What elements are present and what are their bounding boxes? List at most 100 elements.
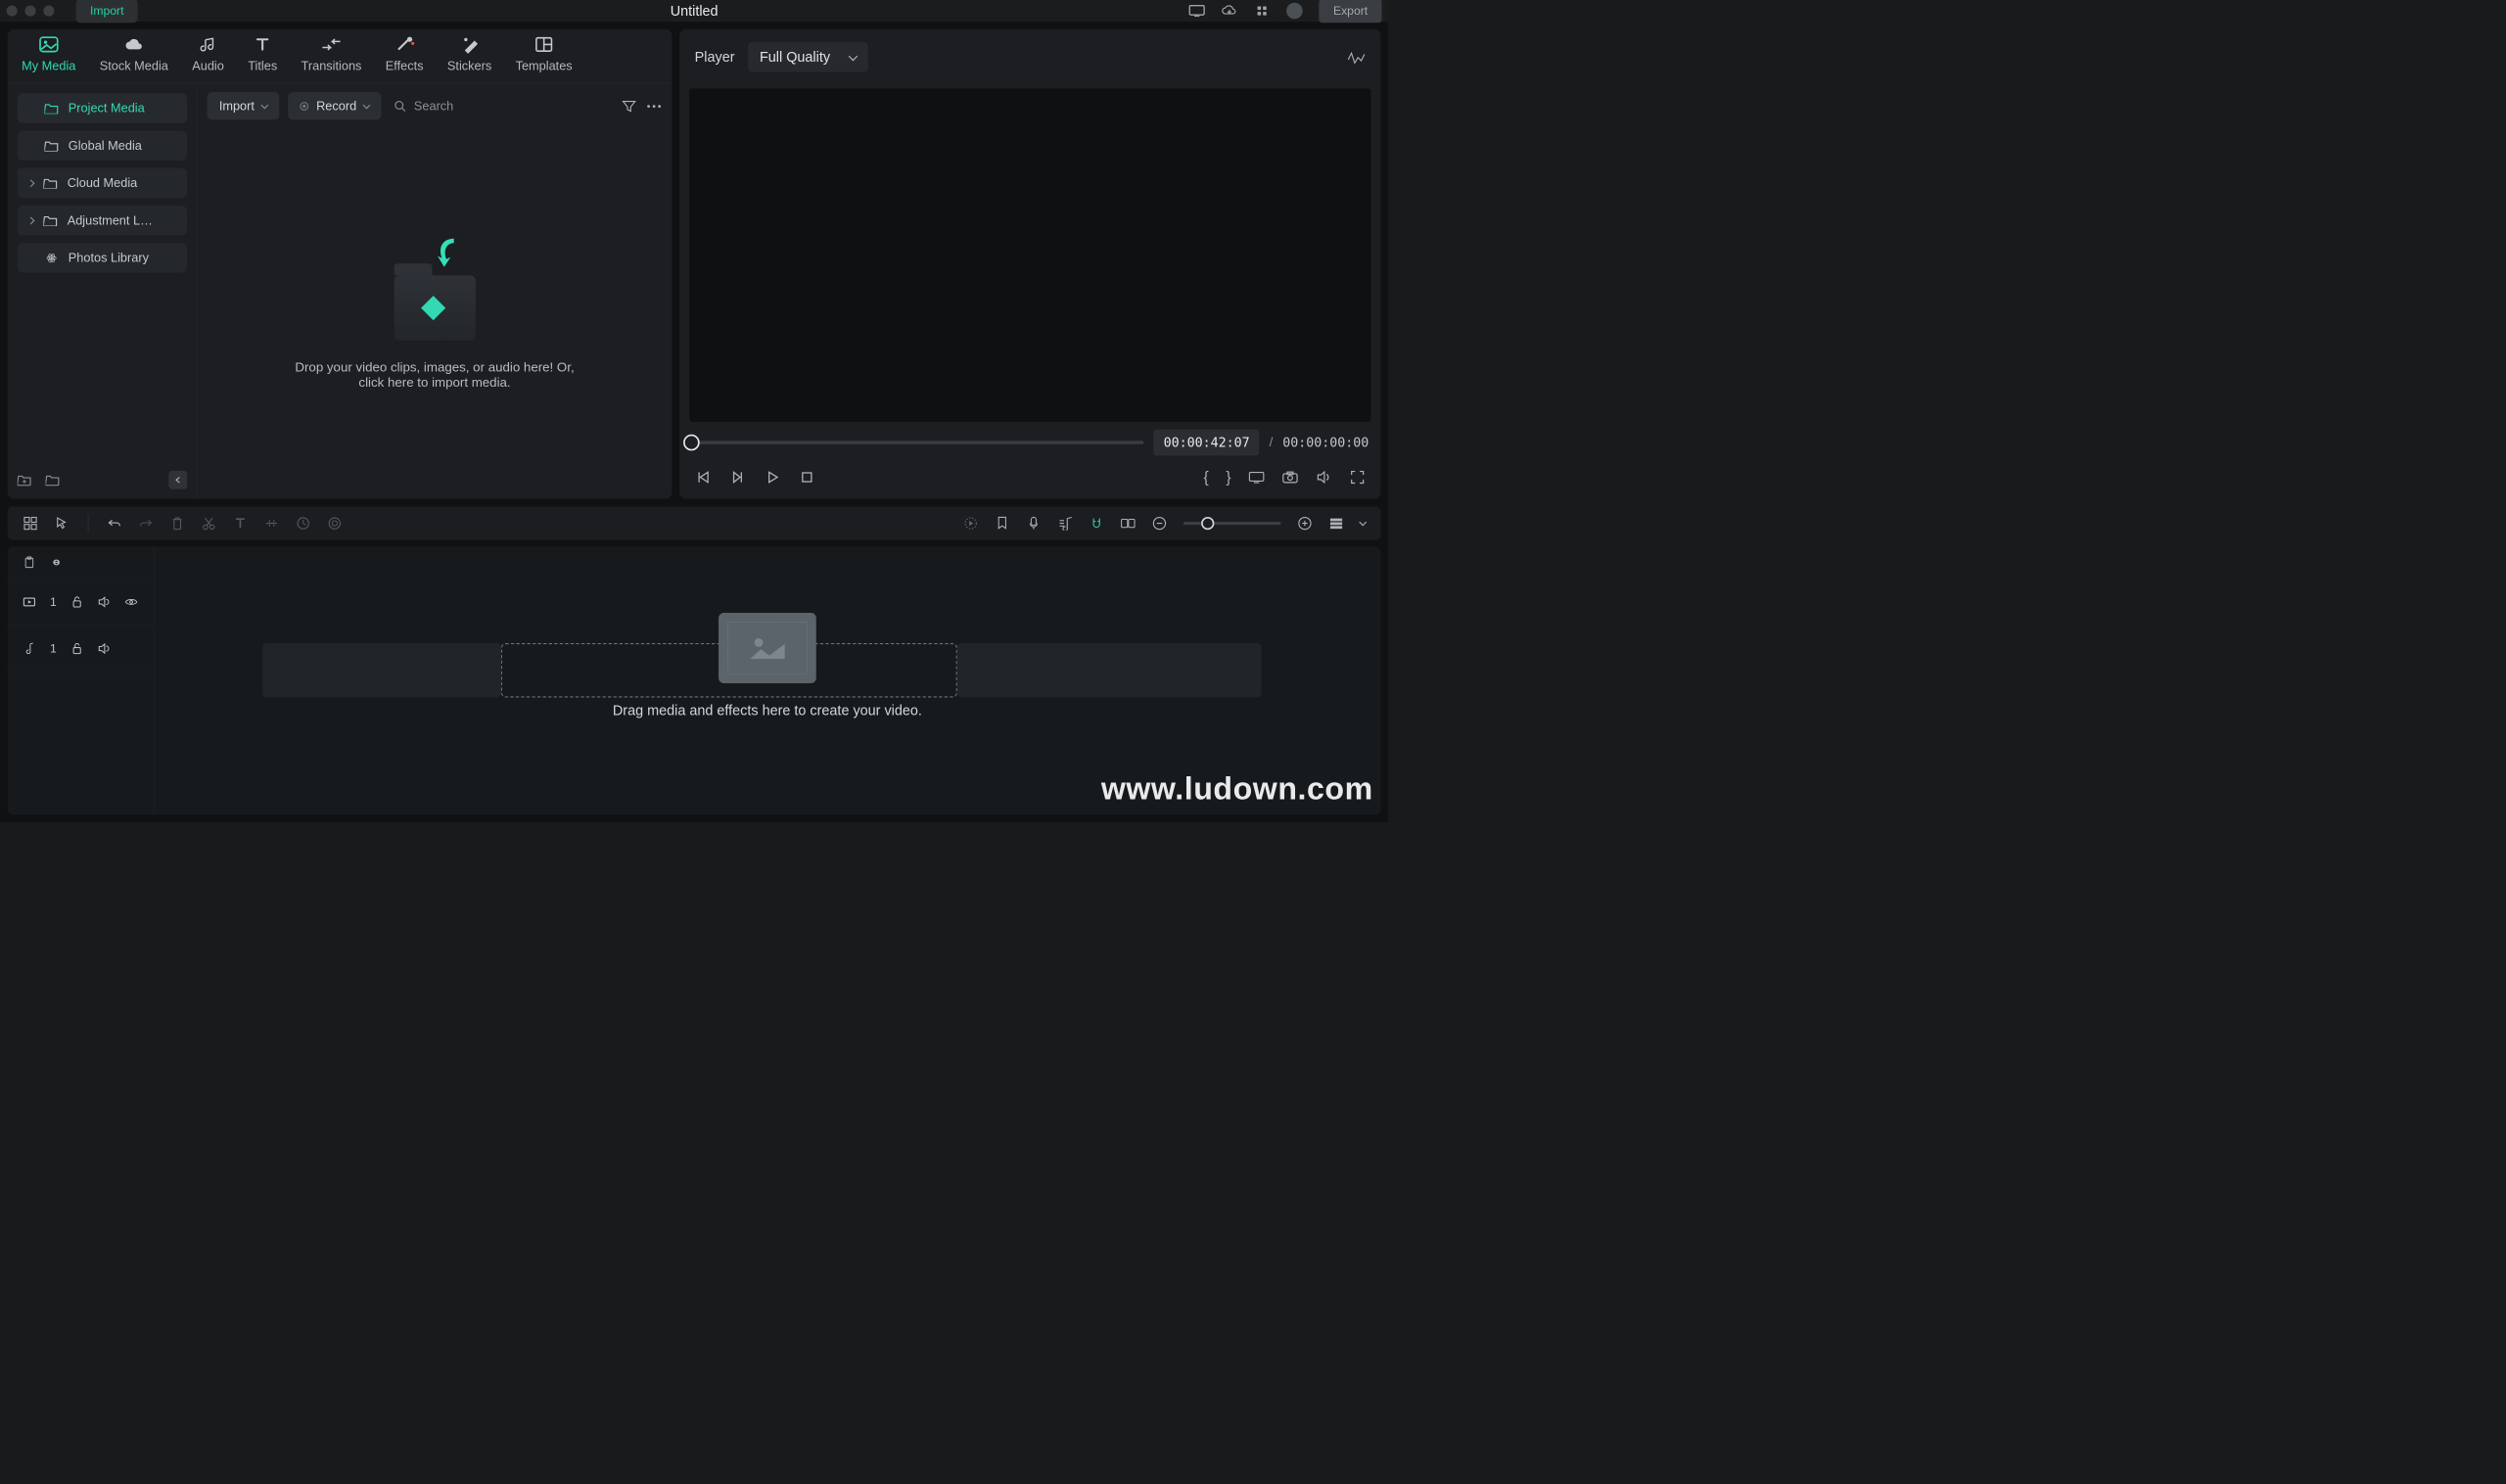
atom-icon	[44, 253, 58, 263]
sidebar-item-global-media[interactable]: Global Media	[18, 131, 187, 161]
import-dropdown[interactable]: Import	[208, 92, 280, 119]
display-icon[interactable]	[1189, 5, 1206, 17]
undo-icon[interactable]	[107, 516, 122, 530]
marker-icon[interactable]	[995, 516, 1010, 530]
tab-templates[interactable]: Templates	[516, 34, 573, 82]
export-button[interactable]: Export	[1320, 0, 1382, 23]
player-viewport[interactable]	[689, 88, 1370, 422]
document-title: Untitled	[671, 2, 719, 19]
drop-hint-line1: Drop your video clips, images, or audio …	[295, 360, 574, 376]
drop-hint-line2: click here to import media.	[295, 375, 574, 391]
tab-effects[interactable]: Effects	[386, 34, 424, 82]
layout-chevron-icon[interactable]	[1359, 519, 1367, 527]
fullscreen-icon[interactable]	[1349, 470, 1366, 486]
grid-view-icon[interactable]	[23, 516, 38, 530]
close-window[interactable]	[7, 6, 18, 17]
speed-tool-icon[interactable]	[296, 516, 311, 530]
video-track-header[interactable]: 1	[8, 579, 154, 626]
prev-frame-icon[interactable]	[695, 470, 712, 486]
zoom-out-icon[interactable]	[1152, 516, 1168, 530]
media-panel: My Media Stock Media Audio Titles Transi…	[8, 29, 673, 499]
zoom-slider[interactable]	[1183, 522, 1281, 525]
link-icon[interactable]	[50, 556, 63, 568]
search-input[interactable]: Search	[391, 92, 458, 119]
tab-label: Transitions	[302, 59, 362, 73]
tab-transitions[interactable]: Transitions	[302, 34, 362, 82]
magnet-snap-icon[interactable]	[1089, 516, 1104, 530]
tab-stickers[interactable]: Stickers	[447, 34, 491, 82]
filter-icon[interactable]	[621, 99, 637, 115]
lock-icon[interactable]	[70, 642, 83, 654]
sidebar-item-photos[interactable]: Photos Library	[18, 243, 187, 272]
import-button[interactable]: Import	[76, 0, 138, 23]
expand-arrow-icon	[27, 216, 35, 224]
scrub-bar[interactable]	[691, 441, 1143, 443]
fit-screen-icon[interactable]	[1248, 470, 1265, 486]
more-menu-icon[interactable]	[646, 99, 663, 113]
play-icon[interactable]	[765, 470, 781, 486]
visibility-icon[interactable]	[125, 596, 138, 608]
chevron-down-icon	[849, 52, 858, 61]
delete-icon[interactable]	[169, 516, 185, 530]
clipboard-icon[interactable]	[23, 556, 35, 568]
media-drop-zone[interactable]: Drop your video clips, images, or audio …	[198, 128, 673, 498]
record-dropdown[interactable]: Record	[288, 92, 381, 119]
player-header: Player Full Quality	[679, 29, 1380, 85]
waveform-icon[interactable]	[1346, 50, 1366, 66]
cut-icon[interactable]	[202, 516, 217, 530]
sidebar-item-label: Photos Library	[69, 251, 149, 265]
tab-stock-media[interactable]: Stock Media	[100, 34, 168, 82]
mark-in-icon[interactable]: {	[1203, 469, 1208, 487]
tab-label: Titles	[248, 59, 277, 73]
record-dot-icon	[300, 102, 308, 111]
tab-my-media[interactable]: My Media	[22, 34, 75, 82]
mute-icon[interactable]	[98, 596, 111, 608]
timeline-drop-hint: Drag media and effects here to create yo…	[613, 702, 922, 719]
pointer-tool-icon[interactable]	[54, 516, 70, 530]
mute-icon[interactable]	[98, 642, 111, 654]
chevron-down-icon	[261, 101, 269, 109]
voiceover-icon[interactable]	[1026, 516, 1042, 530]
collapse-sidebar[interactable]	[168, 471, 187, 489]
audio-track-header[interactable]: 1	[8, 626, 154, 672]
tab-label: Stickers	[447, 59, 491, 73]
user-avatar[interactable]	[1286, 3, 1303, 20]
tab-titles[interactable]: Titles	[248, 34, 277, 82]
zoom-in-icon[interactable]	[1297, 516, 1313, 530]
search-placeholder: Search	[414, 99, 453, 114]
redo-icon[interactable]	[138, 516, 154, 530]
stop-icon[interactable]	[799, 470, 815, 486]
quality-select[interactable]: Full Quality	[748, 42, 868, 71]
maximize-window[interactable]	[43, 6, 54, 17]
minimize-window[interactable]	[24, 6, 35, 17]
volume-icon[interactable]	[1316, 470, 1332, 486]
lock-icon[interactable]	[70, 596, 83, 608]
track-layout-icon[interactable]	[1328, 516, 1344, 530]
timecode-separator: /	[1270, 435, 1274, 450]
sidebar-item-adjustment[interactable]: Adjustment L…	[18, 206, 187, 235]
render-icon[interactable]	[963, 516, 979, 530]
sidebar-item-cloud-media[interactable]: Cloud Media	[18, 168, 187, 198]
crop-tool-icon[interactable]	[264, 516, 280, 530]
color-tool-icon[interactable]	[327, 516, 343, 530]
tab-label: Stock Media	[100, 59, 168, 73]
track-headers: 1 1	[8, 546, 155, 814]
audio-mixer-icon[interactable]	[1057, 516, 1073, 530]
video-track-num: 1	[50, 594, 57, 608]
tab-audio[interactable]: Audio	[192, 34, 224, 82]
link-tracks-icon[interactable]	[1121, 516, 1137, 530]
step-forward-icon[interactable]	[729, 470, 746, 486]
my-media-icon	[38, 34, 60, 54]
new-folder-icon[interactable]	[18, 474, 31, 486]
current-timecode[interactable]: 00:00:42:07	[1154, 430, 1260, 456]
folder-settings-icon[interactable]	[46, 474, 60, 486]
text-tool-icon[interactable]	[233, 516, 249, 530]
sidebar-item-project-media[interactable]: Project Media	[18, 93, 187, 122]
apps-grid-icon[interactable]	[1254, 5, 1271, 17]
cloud-download-icon[interactable]	[1222, 5, 1238, 17]
drag-ghost-clip	[719, 613, 816, 683]
mark-out-icon[interactable]: }	[1226, 469, 1230, 487]
sidebar-item-label: Adjustment L…	[68, 213, 153, 228]
snapshot-icon[interactable]	[1282, 470, 1299, 486]
effects-wand-icon	[394, 34, 415, 54]
